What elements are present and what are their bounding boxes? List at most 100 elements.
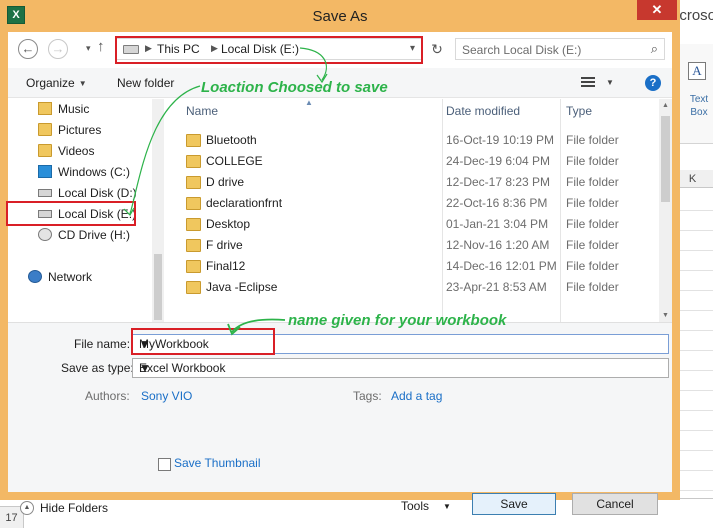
file-date: 23-Apr-21 8:53 AM [446, 280, 547, 294]
file-date: 12-Dec-17 8:23 PM [446, 175, 551, 189]
sidebar-item-pictures[interactable]: Pictures [38, 120, 101, 140]
folder-icon [186, 155, 201, 168]
folder-icon [186, 239, 201, 252]
file-type: File folder [566, 175, 619, 189]
file-name-label: File name: [74, 337, 131, 351]
drive-icon [38, 189, 52, 197]
dialog-body: ← → ▾ ↑ ▶ This PC ▶ Local Disk (E:) ▾ ↻ … [8, 32, 672, 515]
folder-icon [186, 260, 201, 273]
navigation-scrollbar-thumb[interactable] [154, 254, 162, 320]
file-name: COLLEGE [206, 154, 263, 168]
sidebar-item-windows-c[interactable]: Windows (C:) [38, 162, 130, 182]
videos-folder-icon [38, 144, 52, 157]
column-header-type[interactable]: Type [566, 104, 592, 118]
file-date: 01-Jan-21 3:04 PM [446, 217, 549, 231]
help-icon[interactable]: ? [645, 75, 661, 91]
file-row[interactable]: Desktop 01-Jan-21 3:04 PM File folder [172, 214, 662, 235]
scroll-down-icon[interactable]: ▼ [662, 312, 669, 319]
excel-title-fragment: icroso [676, 7, 713, 24]
organize-label: Organize [26, 76, 75, 90]
refresh-button[interactable]: ↻ [426, 38, 448, 60]
file-type: File folder [566, 259, 619, 273]
chevron-down-icon: ▼ [78, 79, 87, 88]
authors-label: Authors: [85, 389, 130, 403]
sidebar-item-music[interactable]: Music [38, 99, 89, 119]
up-button[interactable]: ↑ [97, 38, 105, 55]
file-row[interactable]: Final12 14-Dec-16 12:01 PM File folder [172, 256, 662, 277]
file-list-scrollbar-thumb[interactable] [661, 116, 670, 202]
file-date: 22-Oct-16 8:36 PM [446, 196, 548, 210]
file-name: declarationfrnt [206, 196, 283, 210]
file-date: 12-Nov-16 1:20 AM [446, 238, 550, 252]
organize-button[interactable]: Organize ▼ [26, 76, 87, 90]
hide-folders-button[interactable]: Hide Folders [40, 501, 108, 515]
file-row[interactable]: Java -Eclipse 23-Apr-21 8:53 AM File folde… [172, 277, 662, 298]
sidebar-item-cd-drive-h[interactable]: CD Drive (H:) [38, 225, 130, 245]
file-row[interactable]: COLLEGE 24-Dec-19 6:04 PM File folder [172, 151, 662, 172]
search-icon[interactable]: ⌕ [651, 41, 658, 57]
file-row[interactable]: D drive 12-Dec-17 8:23 PM File folder [172, 172, 662, 193]
title-bar[interactable]: X Save As ✕ [0, 0, 680, 32]
save-button[interactable]: Save [472, 493, 556, 515]
file-type: File folder [566, 217, 619, 231]
file-type: File folder [566, 154, 619, 168]
file-type: File folder [566, 280, 619, 294]
file-row[interactable]: F drive 12-Nov-16 1:20 AM File folder [172, 235, 662, 256]
location-annotation: Loaction Choosed to save [201, 79, 388, 96]
forward-button[interactable]: → [48, 39, 68, 59]
sidebar-item-local-disk-d[interactable]: Local Disk (D:) [38, 183, 137, 203]
back-button[interactable]: ← [18, 39, 38, 59]
sidebar-item-label: Pictures [58, 123, 102, 137]
file-date: 24-Dec-19 6:04 PM [446, 154, 551, 168]
close-button[interactable]: ✕ [637, 0, 677, 20]
file-type: File folder [566, 196, 619, 210]
save-thumbnail-label[interactable]: Save Thumbnail [174, 456, 261, 470]
file-type: File folder [566, 238, 619, 252]
recent-locations-dropdown[interactable]: ▾ [86, 43, 91, 54]
save-form: File name: MyWorkbook ▼ Save as type: Ex… [8, 322, 672, 515]
file-date: 16-Oct-19 10:19 PM [446, 133, 555, 147]
sort-ascending-icon: ▲ [305, 98, 313, 107]
sidebar-item-label: Network [48, 270, 93, 284]
text-box-icon[interactable]: A [688, 62, 706, 80]
authors-value[interactable]: Sony VIO [141, 389, 192, 403]
dialog-title: Save As [312, 8, 368, 25]
column-header-date-modified[interactable]: Date modified [446, 104, 520, 118]
folder-icon [186, 134, 201, 147]
selected-location-highlight-box [6, 201, 136, 226]
sidebar-item-network[interactable]: Network [28, 267, 92, 287]
collapse-icon[interactable]: ▲ [20, 501, 34, 515]
file-row[interactable]: Bluetooth 16-Oct-19 10:19 PM File folder [172, 130, 662, 151]
column-header-name[interactable]: Name [186, 104, 218, 118]
filename-annotation: name given for your workbook [288, 312, 507, 329]
tools-button[interactable]: Tools ▼ [401, 499, 451, 513]
folder-icon [186, 281, 201, 294]
chevron-down-icon[interactable]: ▼ [139, 361, 664, 375]
tools-label: Tools [401, 499, 430, 513]
screen: icroso A Text Box K 17 X Save As ✕ ← → ▾… [0, 0, 713, 528]
chevron-down-icon: ▼ [443, 502, 451, 511]
file-date: 14-Dec-16 12:01 PM [446, 259, 557, 273]
address-highlight-box [115, 36, 423, 64]
tags-value[interactable]: Add a tag [391, 389, 442, 403]
windows-drive-icon [38, 165, 52, 178]
sidebar-item-label: Windows (C:) [58, 165, 131, 179]
save-thumbnail-checkbox[interactable] [158, 458, 171, 471]
new-folder-button[interactable]: New folder [117, 76, 174, 90]
file-name: Desktop [206, 217, 251, 231]
save-as-type-select[interactable]: Excel Workbook ▼ [132, 358, 669, 378]
search-input[interactable] [462, 42, 642, 57]
network-icon [28, 270, 42, 283]
search-box[interactable]: ⌕ [455, 38, 665, 60]
file-row[interactable]: declarationfrnt 22-Oct-16 8:36 PM File fol… [172, 193, 662, 214]
change-view-icon[interactable] [581, 77, 595, 89]
tags-label: Tags: [353, 389, 382, 403]
view-options-dropdown[interactable]: ▼ [606, 78, 614, 87]
file-name: Final12 [206, 259, 246, 273]
scroll-up-icon[interactable]: ▲ [662, 102, 669, 109]
sidebar-item-label: Videos [58, 144, 95, 158]
text-box-label[interactable]: Text Box [686, 93, 712, 119]
cd-drive-icon [38, 228, 52, 241]
sidebar-item-videos[interactable]: Videos [38, 141, 94, 161]
cancel-button[interactable]: Cancel [572, 493, 658, 515]
